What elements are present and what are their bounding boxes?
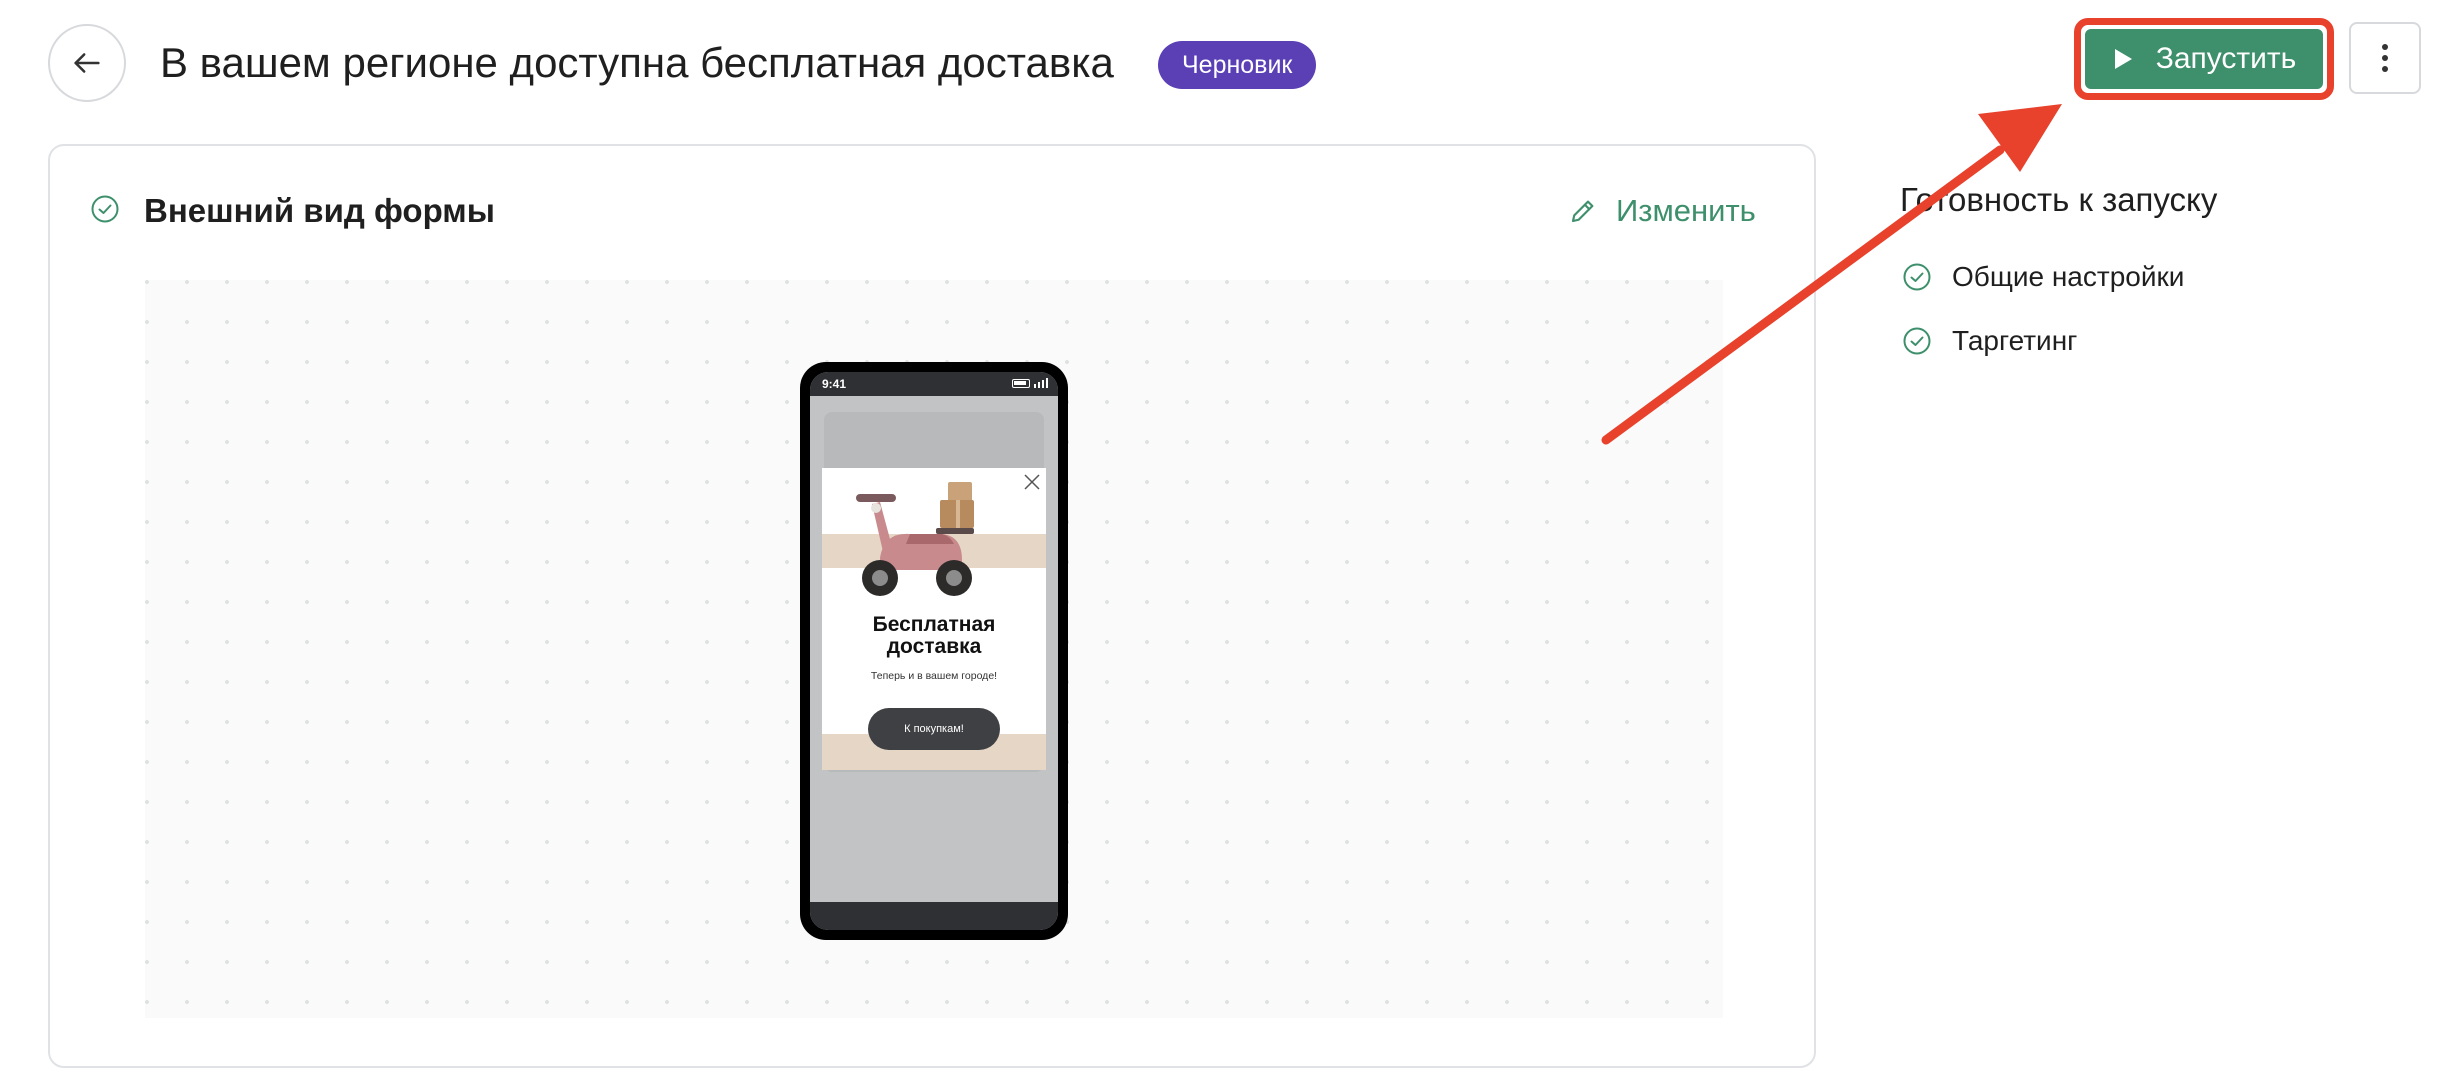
readiness-item-general: Общие настройки <box>1902 258 2184 296</box>
more-vertical-icon <box>2382 44 2388 72</box>
phone-status-bar: 9:41 <box>810 372 1058 396</box>
battery-icon <box>1011 378 1030 388</box>
popup-subtitle: Теперь и в вашем городе! <box>870 670 998 682</box>
edit-button[interactable]: Изменить <box>1568 190 1756 232</box>
phone-nav-bar <box>810 902 1058 930</box>
pencil-icon <box>1571 200 1594 223</box>
check-circle-icon <box>91 195 119 223</box>
popup-title-line2: доставка <box>886 635 982 658</box>
popup-preview: Бесплатная доставка Теперь и в вашем гор… <box>822 468 1046 770</box>
more-options-button[interactable] <box>2349 22 2421 94</box>
edit-button-label: Изменить <box>1616 193 1756 228</box>
status-icons <box>1011 378 1048 388</box>
status-time: 9:41 <box>822 377 847 391</box>
play-icon <box>2114 49 2132 69</box>
back-button[interactable] <box>48 24 126 102</box>
readiness-title: Готовность к запуску <box>1900 181 2218 218</box>
card-title: Внешний вид формы <box>144 192 495 229</box>
readiness-item-label: Общие настройки <box>1952 261 2185 292</box>
launch-button[interactable]: Запустить <box>2085 29 2323 89</box>
page-title: В вашем регионе доступна бесплатная дост… <box>160 39 1114 86</box>
launch-button-highlight: Запустить <box>2074 18 2334 100</box>
popup-title-line1: Бесплатная <box>872 613 996 636</box>
signal-icon <box>1033 378 1048 388</box>
check-circle-icon <box>1903 327 1931 355</box>
arrow-left-icon <box>74 53 100 73</box>
readiness-item-label: Таргетинг <box>1952 325 2078 356</box>
status-badge: Черновик <box>1158 41 1317 89</box>
phone-mockup: 9:41 Бесплатная доставка Теперь и в ваше… <box>800 362 1068 940</box>
close-icon <box>1024 474 1040 490</box>
readiness-item-targeting: Таргетинг <box>1902 322 2077 360</box>
check-circle-icon <box>1903 263 1931 291</box>
popup-cta-button: К покупкам! <box>868 708 1000 750</box>
launch-button-label: Запустить <box>2155 42 2297 75</box>
phone-screen: 9:41 Бесплатная доставка Теперь и в ваше… <box>810 372 1058 930</box>
popup-title: Бесплатная доставка <box>822 614 1046 658</box>
scooter-illustration <box>856 482 974 596</box>
